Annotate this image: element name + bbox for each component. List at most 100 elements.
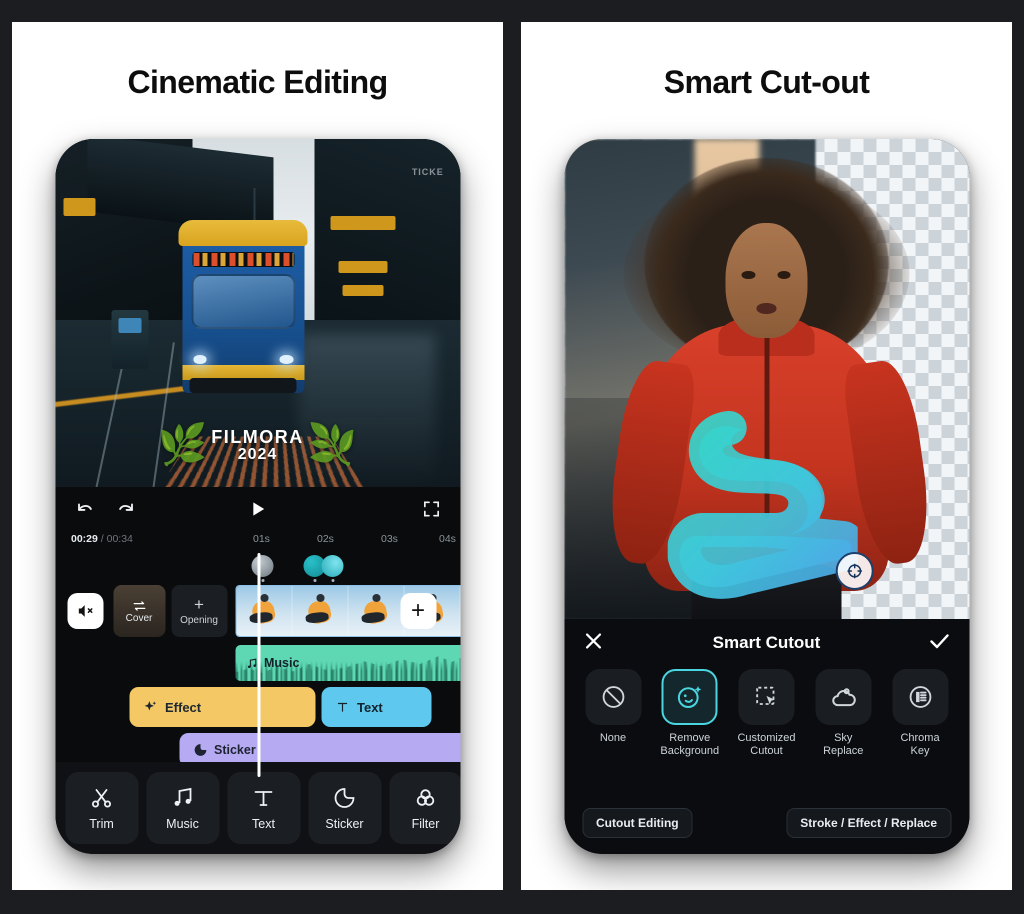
video-preview[interactable]: TICKE 🌿 FILMORA 2024 🌿 (55, 139, 460, 487)
rb-line2: Background (660, 745, 720, 758)
laurel-right-icon: 🌿 (307, 423, 358, 467)
effect-clip[interactable]: Effect (129, 687, 315, 727)
playback-control-bar (55, 487, 460, 531)
time-separator: / (97, 533, 107, 545)
add-clip-button[interactable]: + (400, 593, 436, 629)
music-clip-label-group: Music (245, 656, 299, 670)
transform-handle-icon[interactable] (835, 551, 874, 590)
effect-clip-label: Effect (165, 699, 202, 715)
tool-filter[interactable]: Filter (389, 772, 460, 844)
tick-1: 01s (253, 533, 270, 545)
option-sky-replace-label: Sky Replace (823, 732, 863, 758)
keyframe-dot-3 (331, 579, 334, 582)
cutout-options[interactable]: None Remove Background Customized Cutout… (564, 667, 969, 758)
scissors-icon (92, 788, 111, 807)
ck-line1: Chroma (900, 732, 940, 744)
screenshot-root: Cinematic Editing TICKE 🌿 FILMORA 2024 🌿… (0, 0, 1024, 914)
play-icon[interactable] (245, 496, 271, 522)
tick-4: 04s (439, 533, 456, 545)
text-t-icon (254, 790, 273, 806)
sheet-title: Smart Cutout (712, 633, 821, 652)
phone-mockup-2: Smart Cutout None Remove Background Cust… (564, 139, 969, 854)
option-chroma-key-label: Chroma Key (900, 732, 939, 758)
option-customized-cutout-label: Customized Cutout (737, 732, 795, 758)
filter-circles-icon (416, 788, 435, 806)
transition-thumb-1[interactable] (251, 555, 273, 577)
current-time: 00:29 (71, 533, 98, 545)
sheet-header: Smart Cutout (564, 619, 969, 667)
sparkle-icon (144, 701, 156, 711)
sticker-icon (194, 744, 206, 756)
text-clip[interactable]: Text (321, 687, 431, 727)
option-remove-background[interactable]: Remove Background (657, 669, 723, 758)
panel-title-1: Cinematic Editing (127, 64, 388, 100)
tool-text[interactable]: Text (227, 772, 300, 844)
option-customized-cutout[interactable]: Customized Cutout (734, 669, 800, 758)
filmora-watermark: 🌿 FILMORA 2024 🌿 (157, 423, 358, 467)
sky-replace-cloud-icon (832, 688, 856, 707)
transition-thumb-3[interactable] (321, 555, 343, 577)
stroke-effect-replace-button[interactable]: Stroke / Effect / Replace (786, 808, 951, 838)
rb-line1: Remove (669, 732, 711, 744)
option-chroma-key[interactable]: Chroma Key (887, 669, 953, 758)
total-time: 00:34 (106, 533, 133, 545)
keyframe-dot-1 (261, 579, 264, 582)
fullscreen-icon[interactable] (418, 496, 444, 522)
filmora-logo-overlay[interactable] (667, 408, 874, 608)
tool-sticker[interactable]: Sticker (308, 772, 381, 844)
time-readout: 00:29 / 00:34 (71, 533, 133, 545)
tool-music-label: Music (166, 816, 199, 831)
ticket-sign-text: TICKE (411, 166, 444, 177)
remove-background-icon (678, 686, 702, 708)
music-note-icon (174, 787, 192, 806)
laurel-left-icon: 🌿 (157, 423, 208, 467)
playhead[interactable] (257, 553, 260, 777)
watermark-year: 2024 (237, 445, 278, 463)
cover-button[interactable]: Cover (113, 585, 165, 637)
panel-title-2: Smart Cut-out (663, 64, 870, 100)
tick-3: 03s (381, 533, 398, 545)
panel-smart-cutout: Smart Cut-out Smart Cutout None Remove B… (521, 22, 1012, 890)
sr-line2: Replace (823, 745, 864, 758)
tool-filter-label: Filter (411, 816, 440, 831)
cc-line2: Cutout (750, 745, 783, 758)
timeline-tracks[interactable]: Cover + Opening + Music Effect Text Stic… (55, 553, 460, 777)
tick-2: 02s (317, 533, 334, 545)
check-icon[interactable] (927, 629, 951, 658)
time-scale: 00:29 / 00:34 01s 02s 03s 04s (55, 531, 460, 553)
phone-mockup-1: TICKE 🌿 FILMORA 2024 🌿 00:29 / 00:34 01s… (55, 139, 460, 854)
cover-label: Cover (125, 612, 153, 624)
tool-sticker-label: Sticker (325, 816, 364, 831)
text-clip-label: Text (357, 699, 383, 715)
editor-area: 00:29 / 00:34 01s 02s 03s 04s Cover + Op… (55, 487, 460, 854)
tram-vehicle (178, 219, 308, 394)
chroma-key-icon (909, 686, 931, 708)
option-sky-replace[interactable]: Sky Replace (810, 669, 876, 758)
undo-icon[interactable] (71, 496, 97, 522)
tool-trim[interactable]: Trim (65, 772, 138, 844)
opening-label: Opening (180, 615, 218, 626)
sticker-clip-label: Sticker (214, 743, 256, 757)
text-t-icon (337, 702, 347, 712)
watermark-title: FILMORA (211, 426, 304, 447)
keyframe-dot-2 (313, 579, 316, 582)
mute-icon[interactable] (67, 593, 103, 629)
panel-cinematic-editing: Cinematic Editing TICKE 🌿 FILMORA 2024 🌿… (12, 22, 503, 890)
opening-button[interactable]: + Opening (171, 585, 227, 637)
cutout-editing-button[interactable]: Cutout Editing (582, 808, 693, 838)
music-clip-label: Music (264, 656, 300, 670)
option-remove-background-label: Remove Background (660, 732, 719, 758)
option-none[interactable]: None (580, 669, 646, 758)
sheet-footer: Cutout Editing Stroke / Effect / Replace (564, 808, 969, 838)
close-x-icon[interactable] (582, 630, 604, 657)
plus-icon: + (194, 595, 204, 614)
redo-icon[interactable] (113, 496, 139, 522)
cutout-preview[interactable] (564, 139, 969, 619)
filmora-s-logo-icon (667, 410, 867, 599)
sticker-icon (334, 787, 355, 808)
tool-trim-label: Trim (89, 816, 114, 831)
music-clip[interactable]: Music (235, 645, 460, 681)
smart-cutout-sheet: Smart Cutout None Remove Background Cust… (564, 619, 969, 854)
tool-music[interactable]: Music (146, 772, 219, 844)
cc-line1: Customized (737, 732, 796, 744)
